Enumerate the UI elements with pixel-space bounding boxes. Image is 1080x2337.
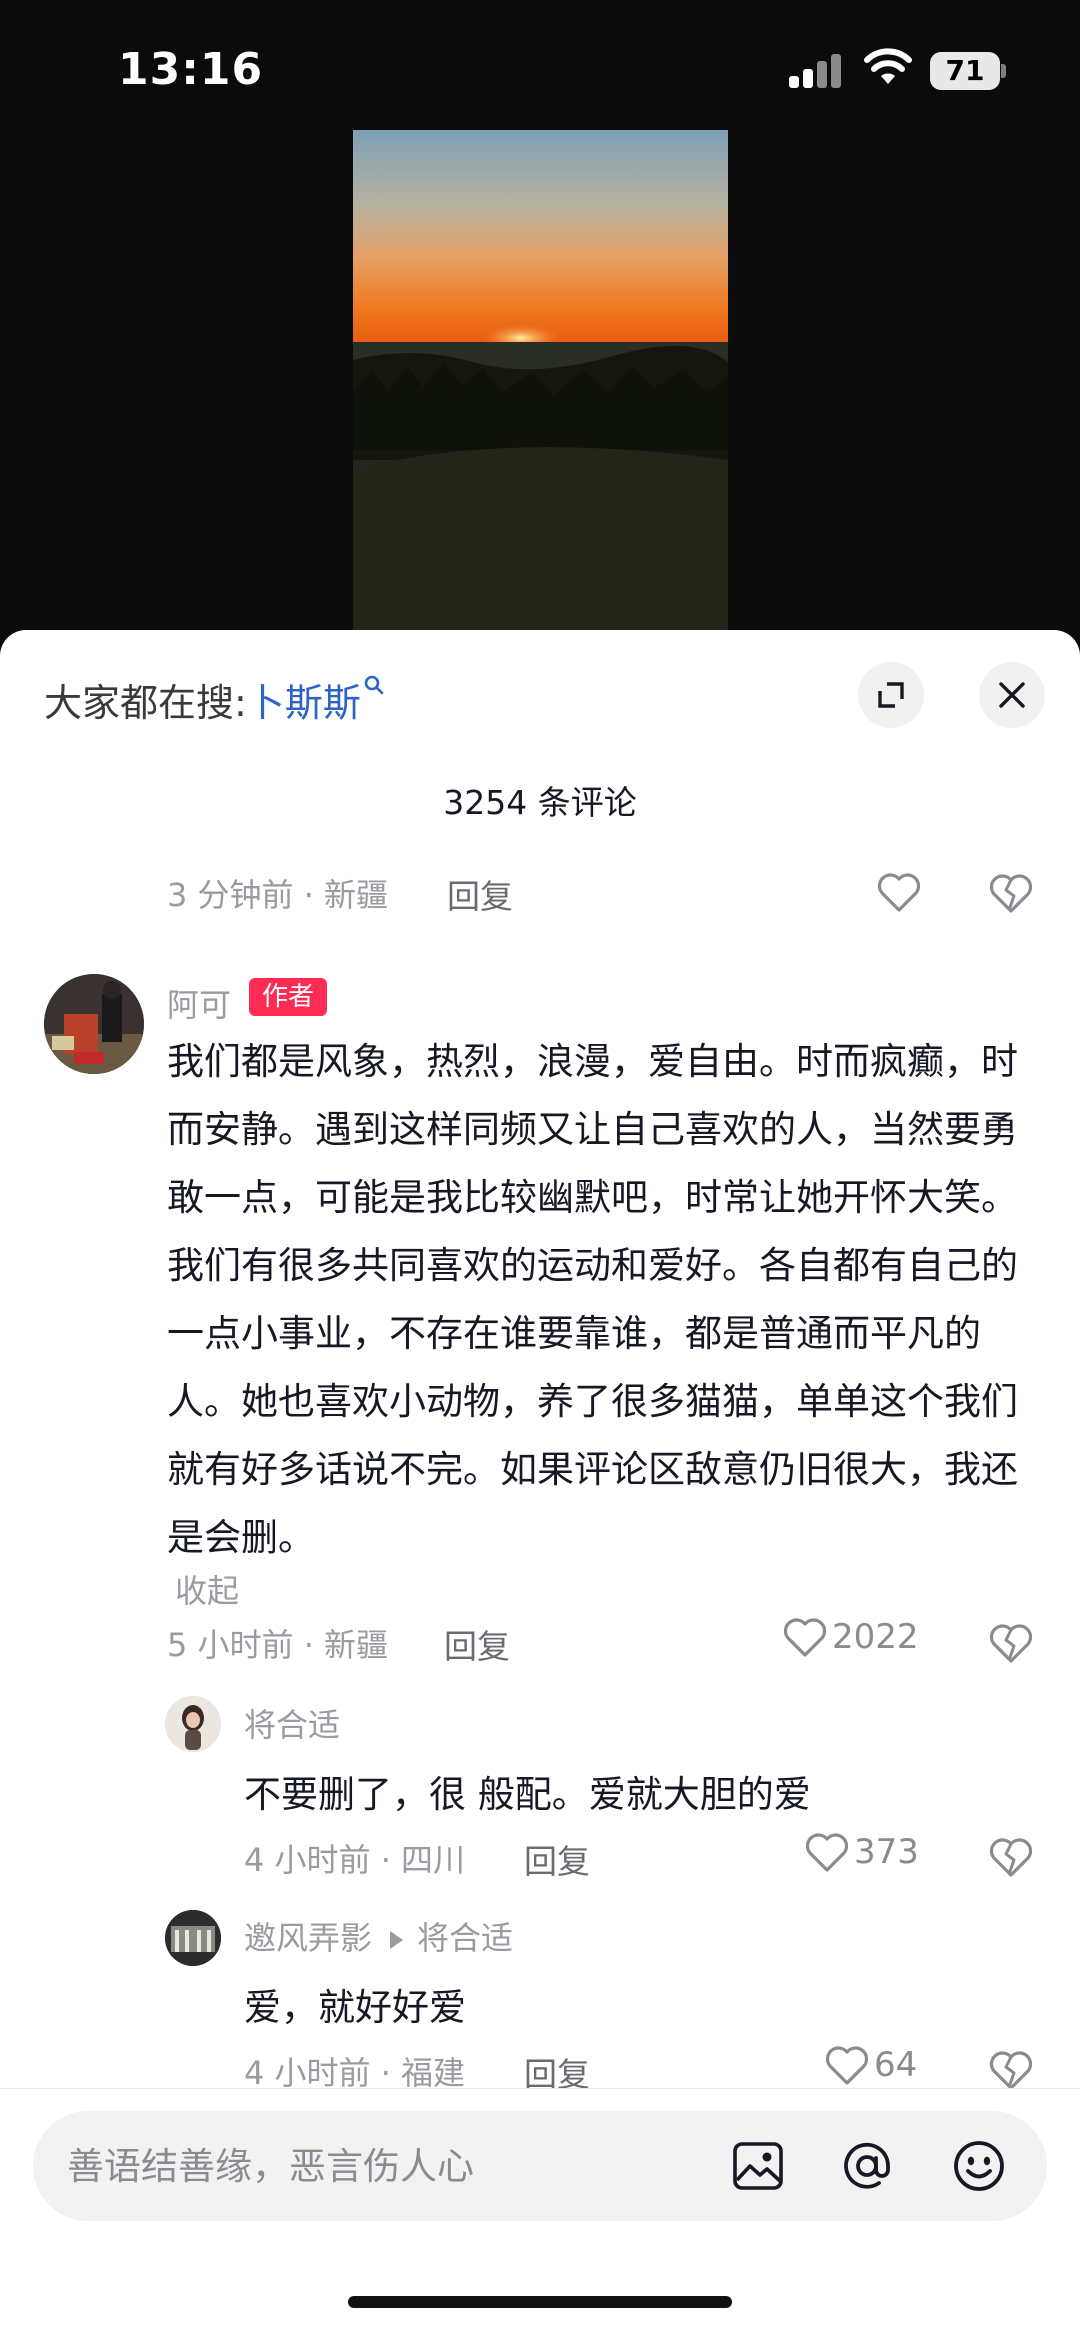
cellular-signal-icon xyxy=(789,54,843,88)
reply-meta: 4 小时前 · 四川 xyxy=(244,1841,466,1879)
reply-to-arrow-icon xyxy=(390,1931,404,1949)
status-bar: 13:16 71 xyxy=(0,0,1080,140)
avatar[interactable] xyxy=(165,1910,221,1966)
reply-author-name[interactable]: 邀风弄影 xyxy=(244,1919,372,1957)
comment-input[interactable] xyxy=(67,2111,667,2221)
search-icon xyxy=(364,675,384,695)
avatar[interactable] xyxy=(44,974,144,1074)
heart-icon xyxy=(783,1617,827,1657)
heart-icon xyxy=(825,2045,869,2085)
reply-button[interactable]: 回复 xyxy=(444,1620,510,1668)
search-suggestion[interactable]: 大家都在搜:卜斯斯 xyxy=(44,672,385,727)
avatar-image xyxy=(165,1910,221,1966)
search-hint-keyword[interactable]: 卜斯斯 xyxy=(247,681,361,725)
video-frame-sunset xyxy=(353,130,728,630)
heart-break-icon[interactable] xyxy=(988,870,1034,916)
reply-author[interactable]: 将合适 xyxy=(244,1700,340,1746)
avatar[interactable] xyxy=(165,1696,221,1752)
collapse-button[interactable]: 收起 xyxy=(175,1566,239,1612)
comment-meta: 5 小时前 · 新疆 xyxy=(167,1626,389,1664)
home-indicator[interactable] xyxy=(348,2296,732,2308)
heart-break-icon[interactable] xyxy=(988,1834,1034,1880)
like-button[interactable] xyxy=(876,870,922,920)
close-button[interactable] xyxy=(979,662,1045,728)
reply-text[interactable]: 不要删了，很 般配。爱就大胆的爱 xyxy=(244,1764,811,1818)
like-count: 64 xyxy=(874,2044,918,2085)
like-count: 2022 xyxy=(832,1616,919,1657)
comment-author[interactable]: 阿可 xyxy=(167,980,231,1026)
expand-icon xyxy=(878,682,904,708)
avatar-image xyxy=(165,1696,221,1752)
image-icon[interactable] xyxy=(730,2138,786,2194)
heart-break-icon[interactable] xyxy=(988,1620,1034,1666)
avatar-image xyxy=(44,974,144,1074)
like-count: 373 xyxy=(854,1831,919,1872)
heart-icon xyxy=(805,1832,849,1872)
emoji-icon[interactable] xyxy=(951,2138,1007,2194)
reply-to-name[interactable]: 将合适 xyxy=(417,1919,513,1957)
expand-button[interactable] xyxy=(858,662,924,728)
comment-count: 3254 条评论 xyxy=(443,783,637,822)
reply-button[interactable]: 回复 xyxy=(524,1835,590,1883)
status-time: 13:16 xyxy=(118,44,264,95)
like-button[interactable]: 373 xyxy=(804,1830,919,1880)
author-badge: 作者 xyxy=(249,978,327,1016)
comment-meta: 3 分钟前 · 新疆 xyxy=(167,876,389,914)
comment-input-bar xyxy=(0,2088,1080,2337)
comment-input-container[interactable] xyxy=(33,2111,1047,2221)
heart-icon xyxy=(877,872,921,912)
battery-level: 71 xyxy=(930,52,1000,90)
like-button[interactable]: 64 xyxy=(824,2043,917,2093)
comment-text[interactable]: 我们都是风象，热烈，浪漫，爱自由。时而疯癫，时而安静。遇到这样同频又让自己喜欢的… xyxy=(167,1028,1047,1572)
reply-text[interactable]: 爱，就好好爱 xyxy=(244,1977,466,2031)
search-hint-prefix: 大家都在搜: xyxy=(44,681,247,725)
battery-indicator: 71 xyxy=(930,52,1006,90)
reply-author[interactable]: 邀风弄影 将合适 xyxy=(244,1913,513,1959)
close-icon xyxy=(999,682,1025,708)
comment-sheet: 大家都在搜:卜斯斯 3254 条评论 3 分钟前 · 新疆 回复 阿可 作者 我… xyxy=(0,630,1080,2337)
heart-break-icon[interactable] xyxy=(988,2047,1034,2093)
like-button[interactable]: 2022 xyxy=(782,1615,919,1665)
wifi-icon xyxy=(864,48,912,84)
at-icon[interactable] xyxy=(839,2138,895,2194)
video-player[interactable] xyxy=(353,130,728,630)
reply-button[interactable]: 回复 xyxy=(447,870,513,918)
